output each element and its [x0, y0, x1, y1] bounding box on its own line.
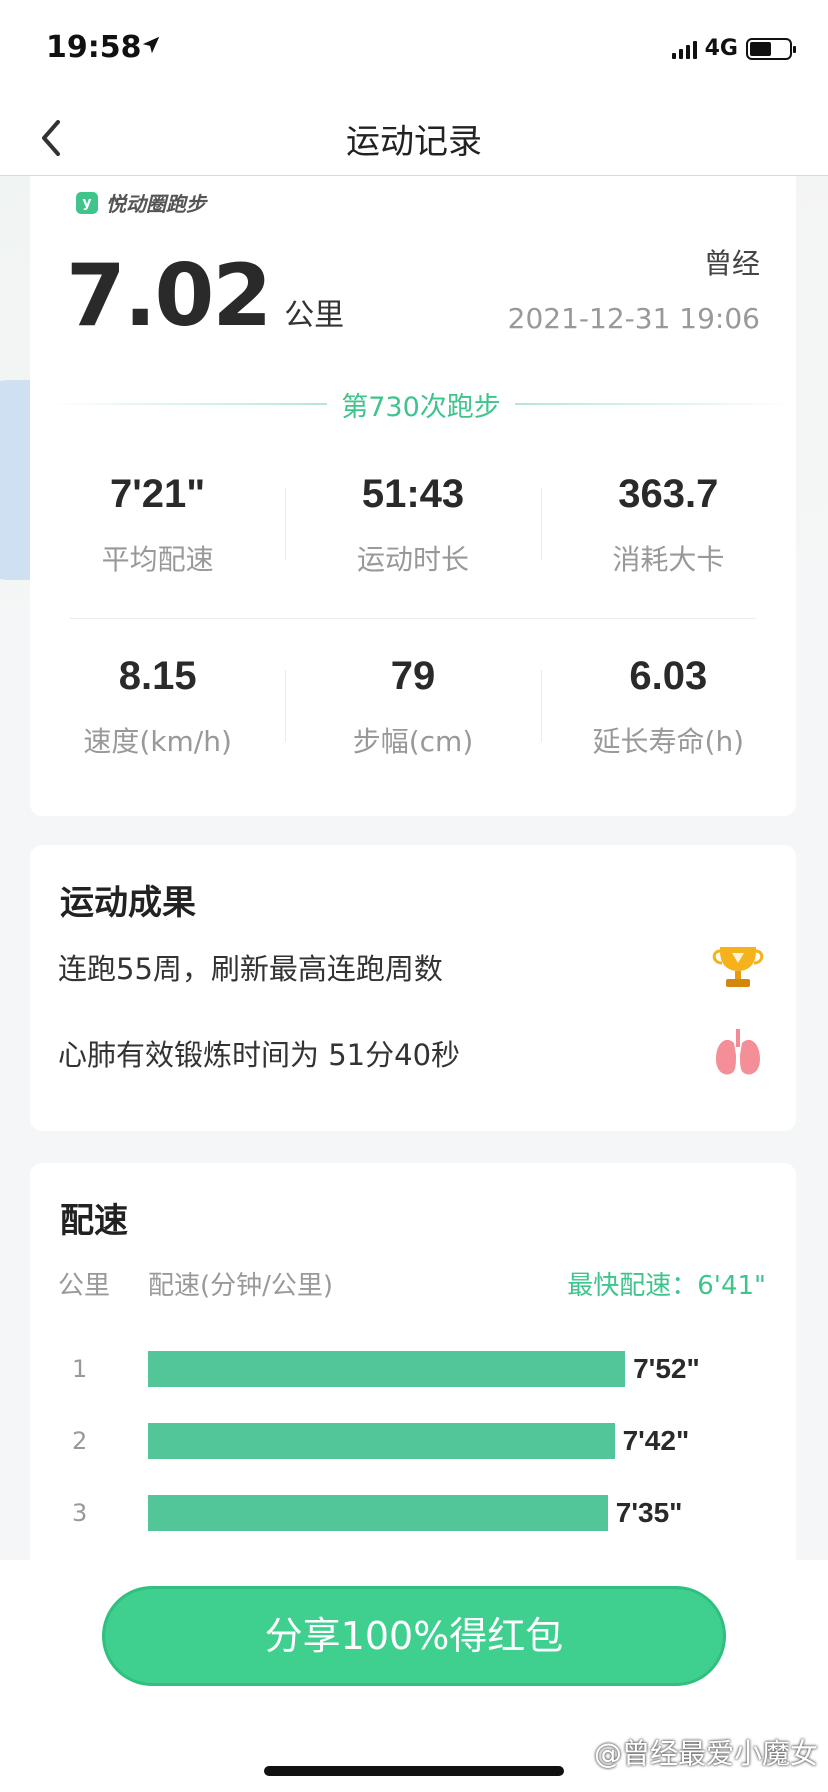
page-title: 运动记录: [346, 122, 482, 162]
stat-value: 363.7: [618, 472, 719, 516]
pace-header: 公里 配速(分钟/公里) 最快配速：6'41": [58, 1265, 766, 1302]
stat-calories: 363.7 消耗大卡: [540, 466, 796, 578]
lungs-icon: [716, 1029, 760, 1075]
achievement-item: 连跑55周，刷新最高连跑周数: [58, 939, 764, 995]
stats-row: 8.15 速度(km/h) 79 步幅(cm) 6.03 延长寿命(h): [30, 648, 796, 760]
stat-label: 平均配速: [101, 543, 214, 576]
pace-km: 2: [72, 1427, 88, 1455]
achievement-text: 连跑55周，刷新最高连跑周数: [58, 952, 443, 986]
brand-name: 悦动圈跑步: [106, 192, 206, 216]
stat-duration: 51:43 运动时长: [285, 466, 540, 578]
distance-unit: 公里: [284, 298, 345, 333]
stat-avg-pace: 7'21" 平均配速: [30, 466, 285, 578]
network-type: 4G: [704, 36, 738, 61]
user-name: 曾经: [703, 247, 760, 280]
results-title: 运动成果: [60, 883, 196, 923]
battery-level: [750, 41, 771, 56]
battery-icon: [746, 37, 796, 60]
status-bar: 19:58 4G: [0, 0, 828, 100]
brand: y 悦动圈跑步: [76, 188, 206, 217]
watermark: @曾经最爱小魔女: [593, 1737, 818, 1770]
stat-label: 速度(km/h): [83, 725, 232, 758]
stat-label: 延长寿命(h): [592, 725, 745, 758]
stat-value: 79: [390, 654, 436, 698]
distance: 7.02 公里: [66, 246, 344, 346]
signal-icon: [671, 39, 697, 59]
stat-label: 步幅(cm): [352, 725, 474, 758]
pace-km: 1: [72, 1355, 88, 1383]
pace-value: 7'52": [633, 1353, 700, 1384]
pace-bar: [148, 1423, 615, 1459]
pace-row: 1 7'52": [58, 1333, 766, 1405]
stats-row: 7'21" 平均配速 51:43 运动时长 363.7 消耗大卡: [30, 466, 796, 578]
location-arrow-icon: [142, 36, 160, 54]
pace-bar-track: 7'35": [148, 1495, 766, 1531]
bottom-action-area: 分享100%得红包 @曾经最爱小魔女: [0, 1560, 828, 1792]
stat-value: 51:43: [361, 472, 465, 516]
stat-stride: 79 步幅(cm): [285, 648, 540, 760]
brand-logo-icon: y: [76, 191, 98, 214]
pace-bar-track: 7'42": [148, 1423, 766, 1459]
achievement-text: 心肺有效锻炼时间为 51分40秒: [58, 1038, 461, 1072]
pace-value: 7'42": [622, 1425, 690, 1456]
pace-value: 7'35": [615, 1497, 683, 1528]
stat-value: 8.15: [118, 654, 197, 698]
run-count-divider: 第730次跑步: [46, 384, 797, 424]
stat-value: 6.03: [629, 654, 708, 698]
pace-col-pace: 配速(分钟/公里): [148, 1271, 334, 1301]
fastest-pace: 最快配速：6'41": [567, 1271, 766, 1301]
home-indicator: [264, 1766, 564, 1776]
pace-bar: [148, 1495, 608, 1531]
exercise-results-card: 运动成果 连跑55周，刷新最高连跑周数 心肺有效锻炼时间为 51分40秒: [30, 845, 796, 1131]
achievement-item: 心肺有效锻炼时间为 51分40秒: [58, 1025, 764, 1081]
run-count: 第730次跑步: [341, 391, 501, 423]
pace-col-km: 公里: [58, 1271, 111, 1301]
stat-value: 7'21": [110, 472, 206, 516]
pace-bar-track: 7'52": [148, 1351, 766, 1387]
stat-label: 运动时长: [356, 543, 469, 576]
pace-row: 3 7'35": [58, 1477, 766, 1549]
pace-list: 1 7'52" 2 7'42" 3 7'35": [58, 1333, 766, 1549]
pace-row: 2 7'42": [58, 1405, 766, 1477]
trophy-icon: [712, 947, 764, 987]
status-time: 19:58: [46, 30, 142, 65]
pace-km: 3: [72, 1499, 88, 1527]
run-date: 2021-12-31 19:06: [507, 302, 760, 335]
stat-life-extension: 6.03 延长寿命(h): [540, 648, 796, 760]
stat-label: 消耗大卡: [612, 543, 725, 576]
distance-value: 7.02: [66, 246, 272, 346]
status-indicators: 4G: [671, 36, 796, 61]
stats-separator: [70, 618, 756, 619]
run-summary-card: y 悦动圈跑步 7.02 公里 曾经 2021-12-31 19:06 第730…: [30, 176, 797, 816]
share-button[interactable]: 分享100%得红包: [102, 1586, 726, 1686]
pace-bar: [148, 1351, 626, 1387]
navigation-bar: 运动记录: [0, 100, 828, 176]
pace-title: 配速: [60, 1201, 128, 1241]
pace-card: 配速 公里 配速(分钟/公里) 最快配速：6'41" 1 7'52" 2 7'42" 3…: [30, 1163, 796, 1560]
stat-speed: 8.15 速度(km/h): [30, 648, 285, 760]
